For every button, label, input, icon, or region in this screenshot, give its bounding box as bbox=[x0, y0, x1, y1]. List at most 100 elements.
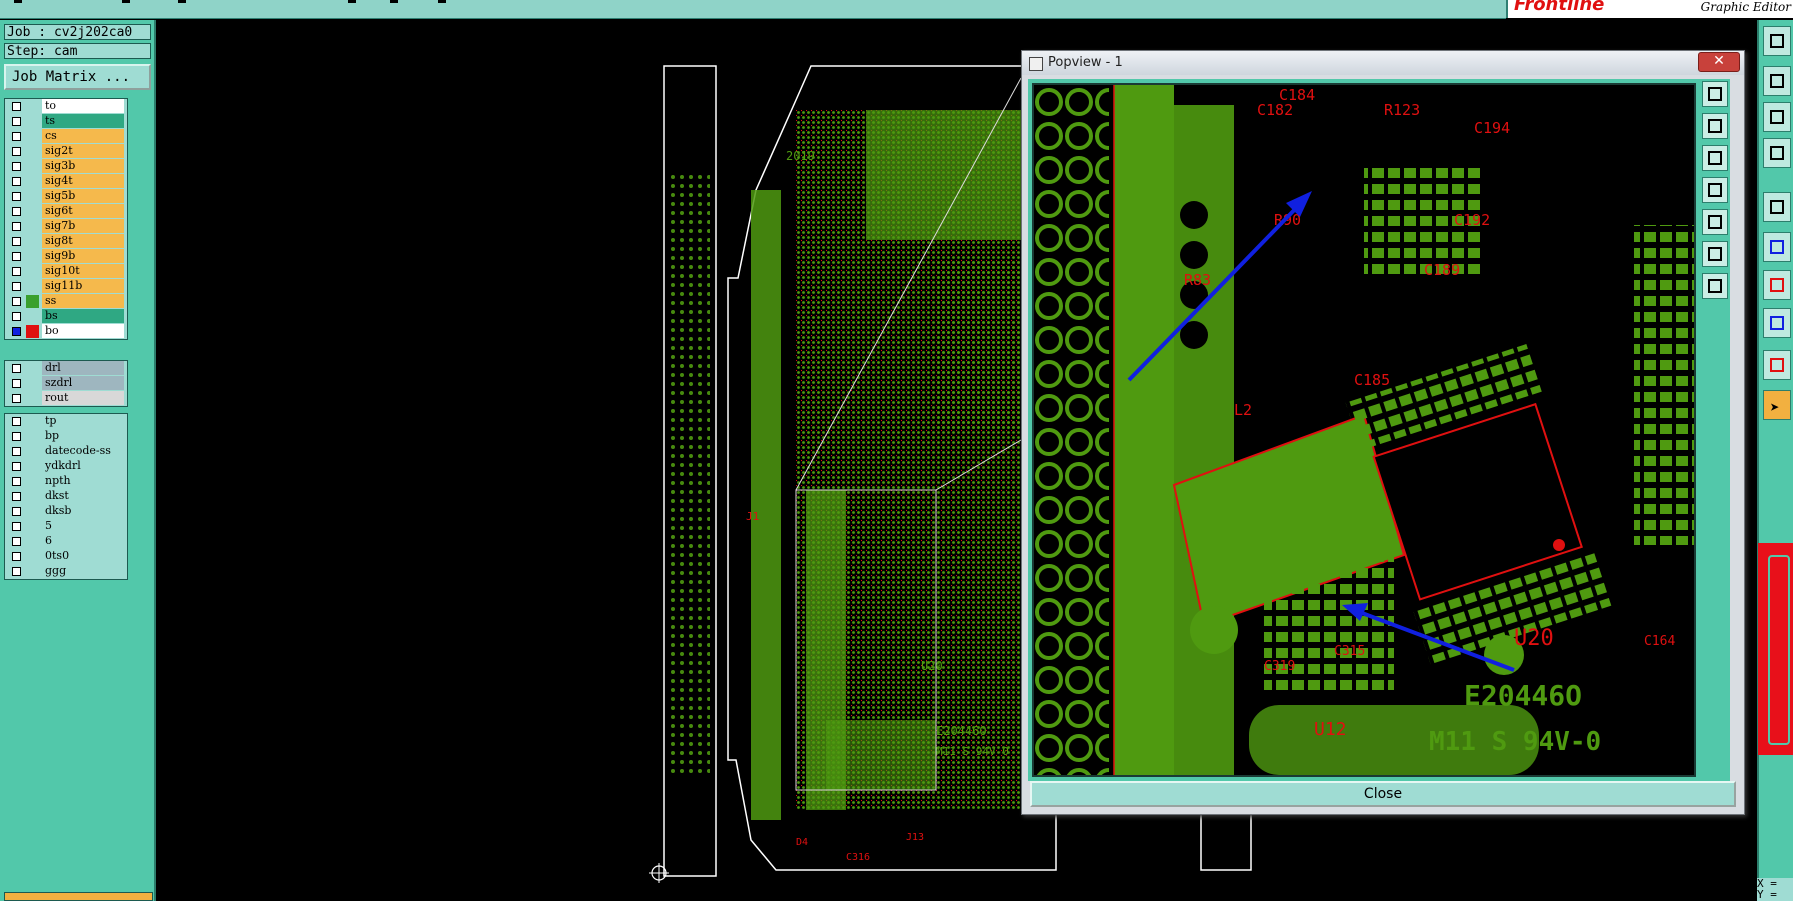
layer-checkbox[interactable] bbox=[12, 132, 21, 141]
tool-button-9[interactable] bbox=[1763, 350, 1791, 380]
layer-checkbox[interactable] bbox=[12, 447, 21, 456]
layer-row-sig3b[interactable]: sig3b bbox=[5, 159, 127, 174]
layer-color-swatch[interactable] bbox=[26, 505, 39, 518]
tool-button-3[interactable] bbox=[1763, 102, 1791, 132]
layer-checkbox[interactable] bbox=[12, 432, 21, 441]
layer-color-swatch[interactable] bbox=[26, 362, 39, 375]
layer-row-bs[interactable]: bs bbox=[5, 309, 127, 324]
layer-row-5[interactable]: 5 bbox=[5, 519, 127, 534]
layer-row-cs[interactable]: cs bbox=[5, 129, 127, 144]
layer-row-ss[interactable]: ss bbox=[5, 294, 127, 309]
layer-checkbox[interactable] bbox=[12, 327, 21, 336]
window-close-button[interactable]: ✕ bbox=[1698, 52, 1740, 72]
layer-color-swatch[interactable] bbox=[26, 100, 39, 113]
popview-tool-left[interactable] bbox=[1702, 177, 1728, 203]
layer-checkbox[interactable] bbox=[12, 417, 21, 426]
layer-color-swatch[interactable] bbox=[26, 535, 39, 548]
layer-checkbox[interactable] bbox=[12, 462, 21, 471]
layer-color-swatch[interactable] bbox=[26, 145, 39, 158]
layer-color-swatch[interactable] bbox=[26, 392, 39, 405]
layer-color-swatch[interactable] bbox=[26, 565, 39, 578]
layer-color-swatch[interactable] bbox=[26, 160, 39, 173]
layer-checkbox[interactable] bbox=[12, 117, 21, 126]
layer-row-bo[interactable]: bo bbox=[5, 324, 127, 339]
layer-color-swatch[interactable] bbox=[26, 475, 39, 488]
layer-color-swatch[interactable] bbox=[26, 130, 39, 143]
layer-row-datecode-ss[interactable]: datecode-ss bbox=[5, 444, 127, 459]
layer-row-sig6t[interactable]: sig6t bbox=[5, 204, 127, 219]
layer-row-ggg[interactable]: ggg bbox=[5, 564, 127, 579]
layer-color-swatch[interactable] bbox=[26, 220, 39, 233]
layer-checkbox[interactable] bbox=[12, 237, 21, 246]
layer-checkbox[interactable] bbox=[12, 222, 21, 231]
layer-row-sig11b[interactable]: sig11b bbox=[5, 279, 127, 294]
tool-button-8[interactable] bbox=[1763, 308, 1791, 338]
popview-tool-down[interactable] bbox=[1702, 145, 1728, 171]
layer-checkbox[interactable] bbox=[12, 282, 21, 291]
popview-close-button[interactable]: Close bbox=[1030, 781, 1736, 807]
layer-row-ydkdrl[interactable]: ydkdrl bbox=[5, 459, 127, 474]
layer-color-swatch[interactable] bbox=[26, 295, 39, 308]
tool-button-7[interactable] bbox=[1763, 270, 1791, 300]
layer-color-swatch[interactable] bbox=[26, 205, 39, 218]
tool-button-5[interactable] bbox=[1763, 192, 1791, 222]
layer-checkbox[interactable] bbox=[12, 147, 21, 156]
layer-checkbox[interactable] bbox=[12, 162, 21, 171]
layer-color-swatch[interactable] bbox=[26, 115, 39, 128]
layer-checkbox[interactable] bbox=[12, 267, 21, 276]
layer-row-dksb[interactable]: dksb bbox=[5, 504, 127, 519]
layer-row-sig9b[interactable]: sig9b bbox=[5, 249, 127, 264]
layer-checkbox[interactable] bbox=[12, 102, 21, 111]
layer-color-swatch[interactable] bbox=[26, 550, 39, 563]
layer-row-sig8t[interactable]: sig8t bbox=[5, 234, 127, 249]
layer-checkbox[interactable] bbox=[12, 207, 21, 216]
tool-button-pointer[interactable]: ➤ bbox=[1763, 390, 1791, 420]
layer-row-sig2t[interactable]: sig2t bbox=[5, 144, 127, 159]
layer-checkbox[interactable] bbox=[12, 379, 21, 388]
popview-tool-right[interactable] bbox=[1702, 209, 1728, 235]
layer-checkbox[interactable] bbox=[12, 312, 21, 321]
layer-color-swatch[interactable] bbox=[26, 490, 39, 503]
layer-row-dkst[interactable]: dkst bbox=[5, 489, 127, 504]
side-tab[interactable] bbox=[1758, 543, 1793, 755]
popview-viewport[interactable]: C182 C184 R123 C194 C192 C189 R90 R83 L2… bbox=[1032, 83, 1696, 777]
layer-row-ts[interactable]: ts bbox=[5, 114, 127, 129]
layer-row-tp[interactable]: tp bbox=[5, 414, 127, 429]
layer-color-swatch[interactable] bbox=[26, 377, 39, 390]
layer-row-sig4t[interactable]: sig4t bbox=[5, 174, 127, 189]
tool-button-2[interactable] bbox=[1763, 66, 1791, 96]
layer-color-swatch[interactable] bbox=[26, 190, 39, 203]
layer-checkbox[interactable] bbox=[12, 477, 21, 486]
layer-color-swatch[interactable] bbox=[26, 460, 39, 473]
layer-row-sig5b[interactable]: sig5b bbox=[5, 189, 127, 204]
layer-checkbox[interactable] bbox=[12, 297, 21, 306]
popview-tool-up[interactable] bbox=[1702, 113, 1728, 139]
layer-row-6[interactable]: 6 bbox=[5, 534, 127, 549]
layer-row-npth[interactable]: npth bbox=[5, 474, 127, 489]
layer-checkbox[interactable] bbox=[12, 394, 21, 403]
layer-row-sig7b[interactable]: sig7b bbox=[5, 219, 127, 234]
layer-checkbox[interactable] bbox=[12, 177, 21, 186]
layer-row-drl[interactable]: drl bbox=[5, 361, 127, 376]
layer-color-swatch[interactable] bbox=[26, 250, 39, 263]
layer-checkbox[interactable] bbox=[12, 552, 21, 561]
layer-color-swatch[interactable] bbox=[26, 520, 39, 533]
layer-checkbox[interactable] bbox=[12, 567, 21, 576]
layer-color-swatch[interactable] bbox=[26, 280, 39, 293]
layer-row-to[interactable]: to bbox=[5, 99, 127, 114]
popview-tool-zoom-out[interactable] bbox=[1702, 241, 1728, 267]
layer-checkbox[interactable] bbox=[12, 252, 21, 261]
popview-tool-fit[interactable] bbox=[1702, 81, 1728, 107]
layer-color-swatch[interactable] bbox=[26, 175, 39, 188]
layer-color-swatch[interactable] bbox=[26, 265, 39, 278]
tool-button-1[interactable] bbox=[1763, 26, 1791, 56]
tool-button-4[interactable] bbox=[1763, 138, 1791, 168]
layer-row-rout[interactable]: rout bbox=[5, 391, 127, 406]
layer-color-swatch[interactable] bbox=[26, 235, 39, 248]
layer-row-0ts0[interactable]: 0ts0 bbox=[5, 549, 127, 564]
layer-checkbox[interactable] bbox=[12, 492, 21, 501]
layer-checkbox[interactable] bbox=[12, 522, 21, 531]
layer-checkbox[interactable] bbox=[12, 537, 21, 546]
layer-color-swatch[interactable] bbox=[26, 325, 39, 338]
layer-checkbox[interactable] bbox=[12, 192, 21, 201]
